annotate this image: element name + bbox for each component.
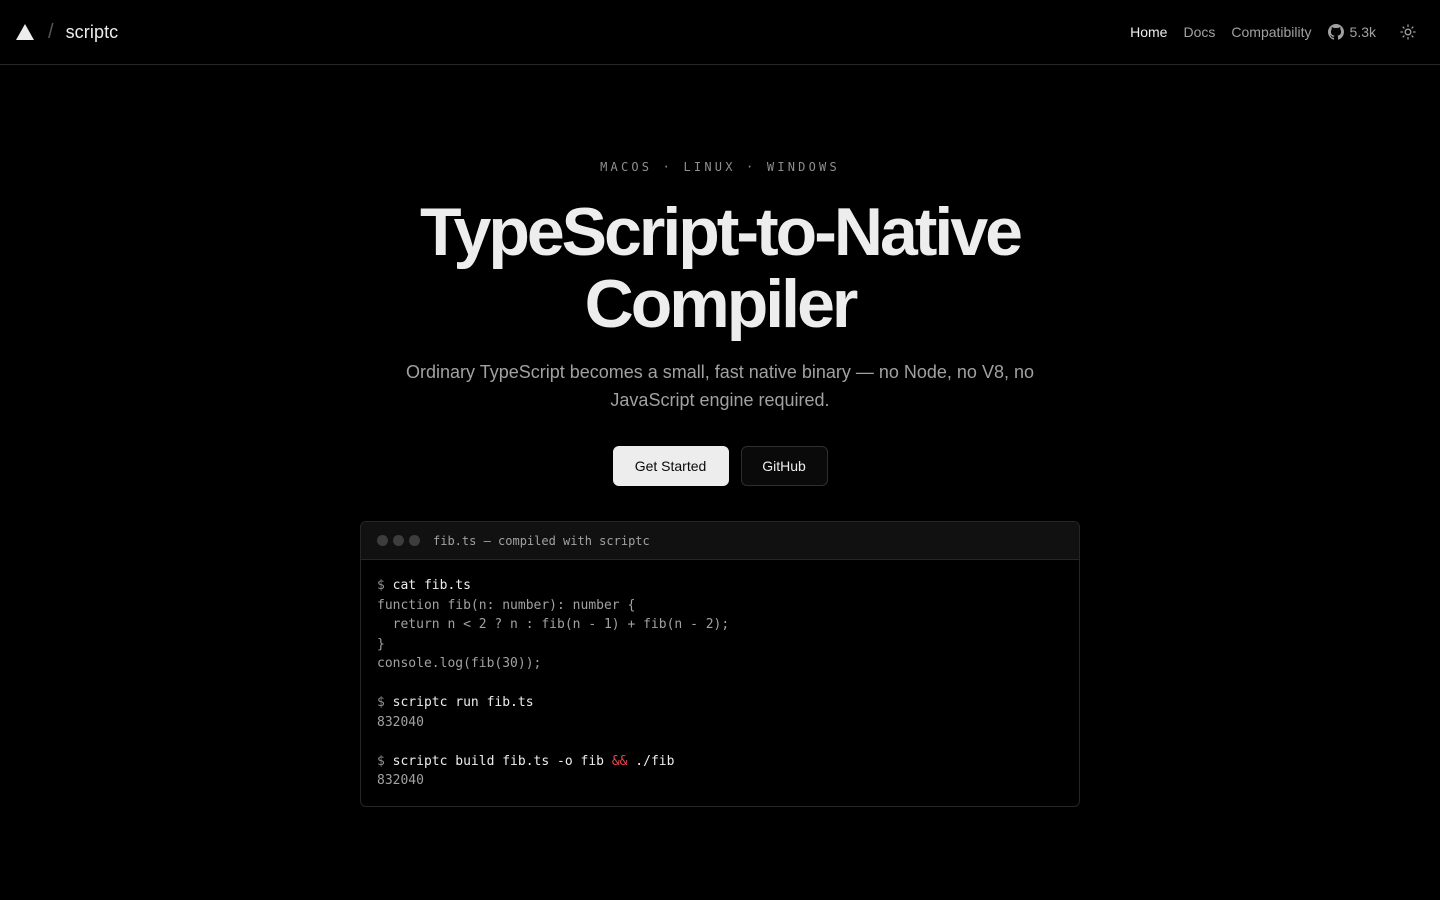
cta-group: Get Started GitHub [0,446,1440,486]
title-line-2: Compiler [584,266,859,342]
terminal-output-line: 832040 [377,773,424,788]
sun-icon [1400,24,1416,40]
terminal-window: fib.ts — compiled with scriptc $ cat fib… [360,521,1080,807]
get-started-button[interactable]: Get Started [612,446,729,486]
code-line: return n < 2 ? n : fib(n - 1) + fib(n - … [377,617,730,632]
nav-link-home[interactable]: Home [1130,24,1167,40]
title-line-1: TypeScript-to-Native [420,194,1023,270]
hero-section: MACOS · LINUX · WINDOWS TypeScript-to-Na… [0,160,1440,486]
hero-subtitle: Ordinary TypeScript becomes a small, fas… [406,362,1034,410]
window-dot-icon [409,535,420,546]
terminal-line: $ scriptc build fib.ts -o fib && ./fib [377,753,675,769]
github-button[interactable]: GitHub [740,446,828,486]
github-stars-link[interactable]: 5.3k [1327,24,1376,40]
top-nav-bar: / scriptc Home Docs Compatibility 5.3k [0,0,1440,65]
terminal-line: $ cat fib.ts [377,578,471,593]
code-line: console.log(fib(30)); [377,656,542,671]
github-stars-count: 5.3k [1349,24,1376,40]
terminal-title: fib.ts — compiled with scriptc [433,533,650,548]
theme-toggle-button[interactable] [1392,16,1424,48]
code-line: function fib(n: number): number { [377,597,636,613]
brand[interactable]: / scriptc [16,21,118,44]
terminal-line: $ scriptc run fib.ts [377,695,534,710]
main-nav: Home Docs Compatibility 5.3k [1114,16,1424,48]
terminal-titlebar: fib.ts — compiled with scriptc [361,522,1079,560]
triangle-logo-icon [16,24,34,40]
terminal-output-line: 832040 [377,714,424,730]
code-line: } [377,636,385,652]
nav-link-compatibility[interactable]: Compatibility [1231,24,1311,40]
nav-link-docs[interactable]: Docs [1183,24,1215,40]
platforms-eyebrow: MACOS · LINUX · WINDOWS [600,160,840,174]
window-dot-icon [377,535,388,546]
brand-separator: / [48,20,54,43]
window-dot-icon [393,535,404,546]
github-icon [1327,24,1344,40]
brand-name: scriptc [65,21,119,42]
terminal-output: $ cat fib.ts function fib(n: number): nu… [361,560,1079,791]
page-title: TypeScript-to-Native Compiler [360,196,1080,340]
